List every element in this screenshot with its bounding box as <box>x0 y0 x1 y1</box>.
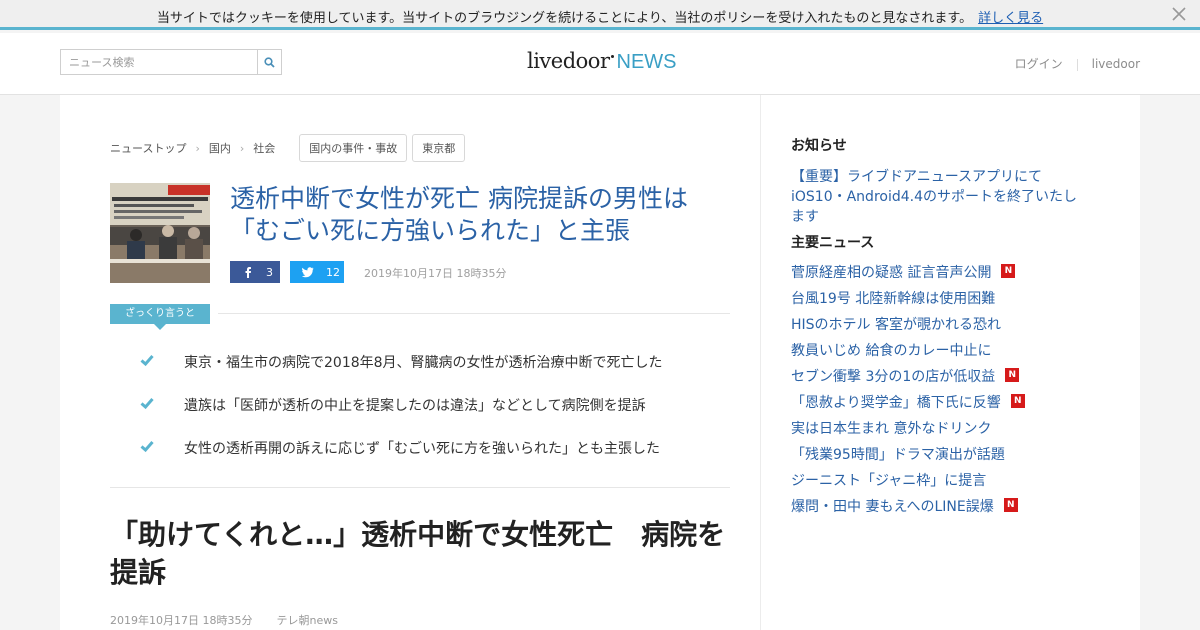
search-button[interactable] <box>257 50 281 74</box>
article-source[interactable]: テレ朝news <box>276 614 337 627</box>
summary-item: 遺族は「医師が透析の中止を提案したのは違法」などとして病院側を提訴 <box>140 395 740 438</box>
article-panel: ニューストップ › 国内 › 社会 国内の事件・事故 東京都 透析中断で女性が死… <box>60 95 760 630</box>
notice-heading: お知らせ <box>791 138 847 154</box>
news-link[interactable]: 実は日本生まれ 意外なドリンク <box>791 418 991 438</box>
twitter-icon <box>302 267 314 278</box>
cookie-details-link[interactable]: 詳しく見る <box>978 11 1043 26</box>
news-list-item: ジーニスト「ジャニ枠」に提言 <box>791 470 1025 496</box>
divider <box>110 487 730 488</box>
news-list-item: 実は日本生まれ 意外なドリンク <box>791 418 1025 444</box>
summary-text: 遺族は「医師が透析の中止を提案したのは違法」などとして病院側を提訴 <box>184 398 646 414</box>
new-badge: N <box>1001 264 1016 278</box>
news-list-item: 台風19号 北陸新幹線は使用困難 <box>791 288 1025 314</box>
livedoor-link[interactable]: livedoor <box>1092 57 1140 71</box>
search-box <box>60 49 282 75</box>
cookie-message: 当サイトではクッキーを使用しています。当サイトのブラウジングを続けることにより、… <box>0 7 1200 26</box>
breadcrumb-item-domestic[interactable]: 国内 <box>209 140 231 156</box>
chevron-right-icon: › <box>195 141 200 155</box>
sidebar: お知らせ 【重要】ライブドアニュースアプリにてiOS10・Android4.4の… <box>760 95 1140 630</box>
summary-text: 東京・福生市の病院で2018年8月、腎臓病の女性が透析治療中断で死亡した <box>184 355 663 371</box>
twitter-share-count: 12 <box>326 265 340 279</box>
article-date: 2019年10月17日 18時35分 <box>110 614 253 627</box>
check-icon <box>140 441 154 453</box>
summary-list: 東京・福生市の病院で2018年8月、腎臓病の女性が透析治療中断で死亡した 遺族は… <box>140 352 740 481</box>
tag-tokyo[interactable]: 東京都 <box>412 134 466 162</box>
logo-main: livedoor <box>527 49 610 73</box>
news-link[interactable]: ジーニスト「ジャニ枠」に提言 <box>791 470 986 490</box>
news-list-item: 菅原経産相の疑惑 証言音声公開 N <box>791 262 1025 288</box>
article-meta: 2019年10月17日 18時35分 テレ朝news <box>110 612 338 628</box>
news-link[interactable]: HISのホテル 客室が覗かれる恐れ <box>791 314 1001 334</box>
article-thumbnail[interactable] <box>110 183 210 283</box>
news-link[interactable]: 爆問・田中 妻もえへのLINE誤爆 <box>791 496 994 516</box>
search-icon <box>264 56 275 68</box>
summary-text: 女性の透析再開の訴えに応じず「むごい死に方を強いられた」とも主張した <box>184 441 660 457</box>
breadcrumb-item-society[interactable]: 社会 <box>253 140 275 156</box>
top-news-list: 菅原経産相の疑惑 証言音声公開 N 台風19号 北陸新幹線は使用困難 HISのホテル … <box>791 262 1025 522</box>
facebook-share-button[interactable]: 3 <box>230 261 280 283</box>
header-links: ログイン livedoor <box>1015 55 1140 72</box>
news-link[interactable]: 「残業95時間」ドラマ演出が話題 <box>791 444 1005 464</box>
cookie-text: 当サイトではクッキーを使用しています。当サイトのブラウジングを続けることにより、… <box>156 11 973 26</box>
chevron-right-icon: › <box>239 141 245 155</box>
check-icon <box>140 398 154 410</box>
facebook-icon <box>245 267 251 278</box>
new-badge: N <box>1010 394 1025 408</box>
breadcrumb-item-top[interactable]: ニューストップ <box>110 140 186 156</box>
news-list-item: 教員いじめ 給食のカレー中止に <box>791 340 1025 366</box>
news-link[interactable]: 教員いじめ 給食のカレー中止に <box>791 340 991 360</box>
news-list-item: HISのホテル 客室が覗かれる恐れ <box>791 314 1025 340</box>
article-title: 「助けてくれと…」透析中断で女性死亡 病院を提訴 <box>110 518 726 589</box>
new-badge: N <box>1003 498 1018 512</box>
news-link[interactable]: 「恩赦より奨学金」橋下氏に反響 <box>791 392 1001 412</box>
summary-item: 女性の透析再開の訴えに応じず「むごい死に方を強いられた」とも主張した <box>140 438 740 481</box>
divider <box>218 313 730 314</box>
login-link[interactable]: ログイン <box>1015 57 1063 71</box>
news-link[interactable]: 台風19号 北陸新幹線は使用困難 <box>791 288 995 308</box>
check-icon <box>140 355 154 367</box>
news-list-item: 「恩赦より奨学金」橋下氏に反響 N <box>791 392 1025 418</box>
summary-label: ざっくり言うと <box>110 304 210 330</box>
cookie-banner: 当サイトではクッキーを使用しています。当サイトのブラウジングを続けることにより、… <box>0 0 1200 30</box>
close-icon[interactable] <box>1170 5 1188 23</box>
divider <box>1076 58 1078 71</box>
summary-item: 東京・福生市の病院で2018年8月、腎臓病の女性が透析治療中断で死亡した <box>140 352 740 395</box>
news-list-item: 「残業95時間」ドラマ演出が話題 <box>791 444 1025 470</box>
breadcrumb: ニューストップ › 国内 › 社会 国内の事件・事故 東京都 <box>110 134 466 162</box>
logo-dot <box>610 55 614 58</box>
news-link[interactable]: 菅原経産相の疑惑 証言音声公開 <box>791 262 991 282</box>
facebook-share-count: 3 <box>266 265 273 279</box>
news-list-item: セブン衝撃 3分の1の店が低収益 N <box>791 366 1025 392</box>
new-badge: N <box>1005 368 1020 382</box>
logo-sub: NEWS <box>616 51 677 73</box>
site-logo[interactable]: livedoor NEWS <box>527 49 677 74</box>
news-list-item: 爆問・田中 妻もえへのLINE誤爆 N <box>791 496 1025 522</box>
article-headline: 透析中断で女性が死亡 病院提訴の男性は「むごい死に方強いられた」と主張 <box>230 184 688 245</box>
tag-incidents[interactable]: 国内の事件・事故 <box>299 134 408 162</box>
publish-date: 2019年10月17日 18時35分 <box>364 267 507 280</box>
twitter-share-button[interactable]: 12 <box>290 261 344 283</box>
news-link[interactable]: セブン衝撃 3分の1の店が低収益 <box>791 366 995 386</box>
top-news-heading: 主要ニュース <box>791 235 875 251</box>
notice-link[interactable]: 【重要】ライブドアニュースアプリにてiOS10・Android4.4のサポートを… <box>791 167 1081 227</box>
search-input[interactable] <box>61 50 257 74</box>
site-header: livedoor NEWS ログイン livedoor <box>0 33 1200 95</box>
